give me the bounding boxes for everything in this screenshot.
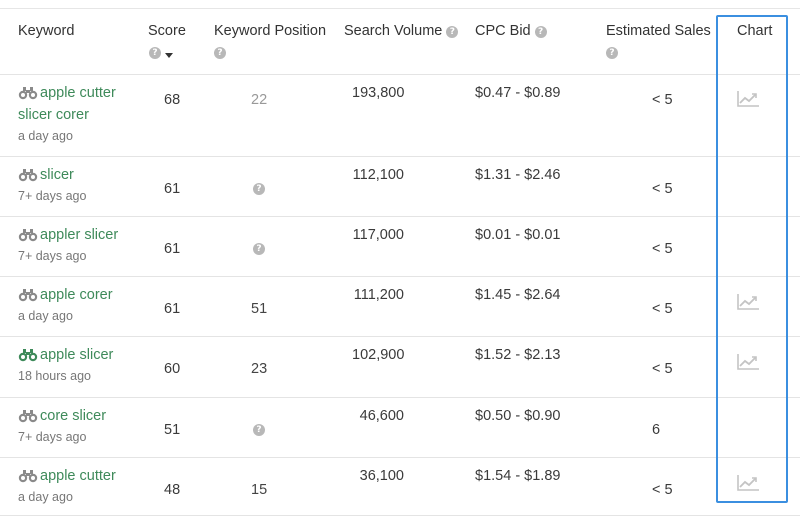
question-circle-icon[interactable]: ? (534, 26, 547, 38)
keyword-added-time: a day ago (18, 490, 73, 504)
keyword-position-value: 23 (251, 361, 268, 377)
cpc-bid-value: $1.54 - $1.89 (475, 468, 561, 484)
keyword-table: Keyword Score ? Keyword Position ? Searc… (0, 0, 800, 516)
question-circle-icon[interactable]: ? (149, 47, 161, 59)
keyword-added-time: 7+ days ago (18, 249, 87, 263)
keyword-position-value: 22 (251, 92, 268, 108)
table-row: core slicer 7+ days ago 51? 46,600 $0.50 - $… (0, 398, 800, 458)
estimated-sales-value: < 5 (652, 241, 673, 257)
binoculars-icon[interactable] (18, 167, 38, 189)
cpc-bid-value: $0.47 - $0.89 (475, 85, 561, 101)
keyword-cell: apple cutter (18, 465, 116, 490)
binoculars-icon[interactable] (18, 408, 38, 430)
keyword-link[interactable]: apple cutter (40, 468, 116, 484)
header-estimated-sales[interactable]: Estimated Sales (606, 23, 711, 39)
estimated-sales-value: < 5 (652, 482, 673, 498)
score-value: 61 (164, 241, 181, 257)
caret-down-icon[interactable] (165, 53, 173, 58)
estimated-sales-value: < 5 (652, 301, 673, 317)
estimated-sales-value: < 5 (652, 361, 673, 377)
keyword-link[interactable]: apple corer (40, 287, 113, 303)
keyword-position-value: 51 (251, 301, 268, 317)
search-volume-value: 36,100 (359, 468, 404, 484)
keyword-cell: appler slicer (18, 224, 118, 249)
header-cpc-bid[interactable]: CPC Bid ? (475, 23, 547, 39)
question-circle-icon[interactable]: ? (253, 183, 265, 195)
question-circle-icon[interactable]: ? (446, 26, 459, 38)
search-volume-value: 111,200 (353, 287, 404, 303)
keyword-added-time: 7+ days ago (18, 430, 87, 444)
cpc-bid-value: $1.45 - $2.64 (475, 287, 561, 303)
keyword-link-continued[interactable]: slicer corer (18, 104, 89, 126)
header-chart: Chart (737, 23, 773, 39)
cpc-bid-value: $0.01 - $0.01 (475, 227, 561, 243)
keyword-cell: core slicer (18, 405, 106, 430)
question-circle-icon[interactable]: ? (253, 424, 265, 436)
keyword-link[interactable]: apple cutter (40, 85, 116, 101)
keyword-link[interactable]: appler slicer (40, 227, 118, 243)
question-circle-icon[interactable]: ? (214, 47, 226, 59)
question-circle-icon[interactable]: ? (253, 243, 265, 255)
keyword-link[interactable]: apple slicer (40, 347, 113, 363)
keyword-cell: apple corer (18, 284, 113, 309)
search-volume-value: 117,000 (352, 227, 404, 243)
keyword-cell: apple slicer (18, 344, 113, 369)
keyword-link[interactable]: core slicer (40, 408, 106, 424)
search-volume-value: 46,600 (359, 408, 404, 424)
question-circle-icon[interactable]: ? (606, 47, 618, 59)
line-chart-icon[interactable] (736, 293, 760, 316)
score-value: 51 (164, 422, 181, 438)
search-volume-value: 112,100 (352, 167, 404, 183)
score-value: 68 (164, 92, 181, 108)
header-cpc-bid-label: CPC Bid (475, 23, 531, 39)
keyword-added-time: a day ago (18, 129, 73, 143)
binoculars-icon[interactable] (18, 468, 38, 490)
line-chart-icon[interactable] (736, 90, 760, 113)
binoculars-icon[interactable] (18, 347, 38, 369)
score-value: 61 (164, 181, 181, 197)
table-header: Keyword Score ? Keyword Position ? Searc… (0, 9, 800, 75)
keyword-position-value: 15 (251, 482, 268, 498)
table-row: slicer 7+ days ago 61? 112,100 $1.31 - $2.46… (0, 157, 800, 217)
header-keyword[interactable]: Keyword (18, 23, 74, 39)
header-score[interactable]: Score (148, 23, 186, 39)
header-search-volume[interactable]: Search Volume ? (344, 23, 459, 39)
keyword-link[interactable]: slicer (40, 167, 74, 183)
binoculars-icon[interactable] (18, 227, 38, 249)
keyword-cell: slicer (18, 164, 74, 189)
binoculars-icon[interactable] (18, 287, 38, 309)
header-keyword-position[interactable]: Keyword Position (214, 23, 326, 39)
table-row: apple cutter slicer corer a day ago 68 22 193… (0, 75, 800, 157)
score-value: 48 (164, 482, 181, 498)
table-row: appler slicer 7+ days ago 61? 117,000 $0.01 … (0, 217, 800, 277)
cpc-bid-value: $0.50 - $0.90 (475, 408, 561, 424)
estimated-sales-value: < 5 (652, 181, 673, 197)
line-chart-icon[interactable] (736, 353, 760, 376)
header-search-volume-label: Search Volume (344, 23, 443, 39)
score-value: 61 (164, 301, 181, 317)
keyword-added-time: a day ago (18, 309, 73, 323)
table-row: apple cutter a day ago 48 15 36,100 $1.54 - $… (0, 458, 800, 516)
keyword-added-time: 18 hours ago (18, 369, 91, 383)
table-row: apple corer a day ago 61 51 111,200 $1.45 - $… (0, 277, 800, 337)
estimated-sales-value: 6 (652, 422, 661, 438)
table-row: apple slicer 18 hours ago 60 23 102,900 $1.52… (0, 337, 800, 398)
search-volume-value: 193,800 (352, 85, 405, 101)
search-volume-value: 102,900 (352, 347, 405, 363)
cpc-bid-value: $1.31 - $2.46 (475, 167, 561, 183)
score-value: 60 (164, 361, 181, 377)
line-chart-icon[interactable] (736, 474, 760, 497)
cpc-bid-value: $1.52 - $2.13 (475, 347, 561, 363)
estimated-sales-value: < 5 (652, 92, 673, 108)
keyword-added-time: 7+ days ago (18, 189, 87, 203)
